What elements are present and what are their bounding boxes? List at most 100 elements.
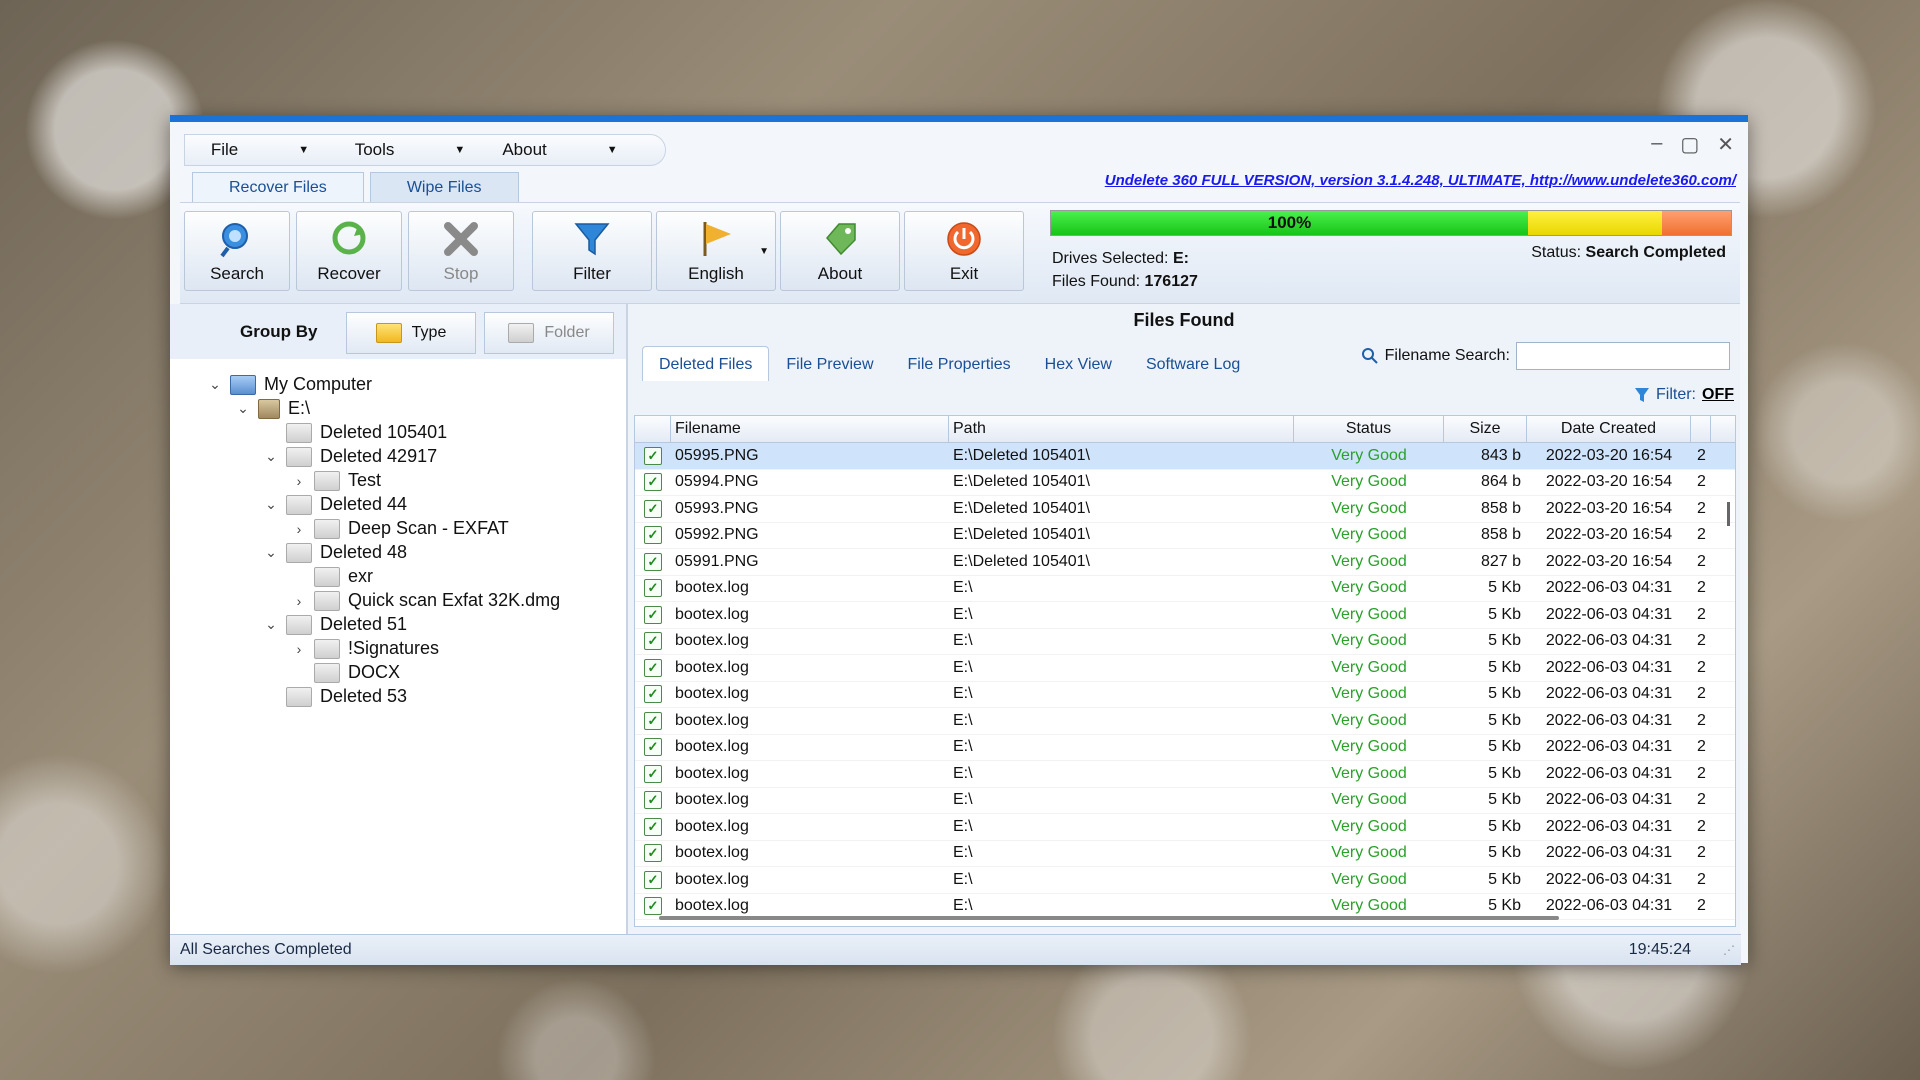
tab-recover-files[interactable]: Recover Files — [192, 172, 364, 203]
header-size[interactable]: Size — [1444, 416, 1527, 442]
menu-about[interactable]: About ▼ — [485, 135, 635, 165]
tab-software-log[interactable]: Software Log — [1129, 346, 1257, 381]
table-row[interactable]: ✓ bootex.log E:\ Very Good 5 Kb 2022-06-03 04… — [635, 629, 1735, 655]
group-by-type-button[interactable]: Type — [346, 312, 476, 354]
filter-toggle[interactable]: OFF — [1702, 386, 1734, 404]
row-checkbox[interactable]: ✓ — [635, 526, 671, 545]
chevron-right-icon[interactable]: › — [292, 641, 306, 657]
language-button[interactable]: English ▼ — [656, 211, 776, 291]
tab-wipe-files[interactable]: Wipe Files — [369, 172, 519, 203]
row-checkbox[interactable]: ✓ — [635, 499, 671, 518]
row-checkbox[interactable]: ✓ — [635, 552, 671, 571]
checkbox-checked-icon[interactable]: ✓ — [644, 499, 662, 518]
chevron-right-icon[interactable]: › — [292, 521, 306, 537]
row-checkbox[interactable]: ✓ — [635, 605, 671, 624]
checkbox-checked-icon[interactable]: ✓ — [644, 738, 662, 757]
tree-node-deleted-105401[interactable]: Deleted 105401 — [264, 422, 447, 443]
resize-grip-icon[interactable]: ⋰ — [1723, 943, 1735, 957]
table-row[interactable]: ✓ bootex.log E:\ Very Good 5 Kb 2022-06-03 04… — [635, 761, 1735, 788]
horizontal-scrollbar[interactable] — [659, 916, 1559, 920]
table-row[interactable]: ✓ bootex.log E:\ Very Good 5 Kb 2022-06-03 04… — [635, 814, 1735, 841]
tree-node-test[interactable]: › Test — [292, 470, 381, 491]
row-checkbox[interactable]: ✓ — [635, 764, 671, 783]
row-checkbox[interactable]: ✓ — [635, 632, 671, 651]
row-checkbox[interactable]: ✓ — [635, 738, 671, 757]
checkbox-checked-icon[interactable]: ✓ — [644, 791, 662, 810]
header-filename[interactable]: Filename — [671, 416, 949, 442]
search-button[interactable]: Search — [184, 211, 290, 291]
tree-node-my-computer[interactable]: ⌄ My Computer — [208, 374, 372, 395]
header-path[interactable]: Path — [949, 416, 1294, 442]
filename-search-input[interactable] — [1516, 342, 1730, 370]
row-checkbox[interactable]: ✓ — [635, 658, 671, 677]
tree-node-deep-scan[interactable]: › Deep Scan - EXFAT — [292, 518, 509, 539]
tab-hex-view[interactable]: Hex View — [1028, 346, 1129, 381]
tree-node-docx[interactable]: DOCX — [292, 662, 400, 683]
tree-node-signatures[interactable]: › !Signatures — [292, 638, 439, 659]
checkbox-checked-icon[interactable]: ✓ — [644, 632, 662, 651]
chevron-right-icon[interactable]: › — [292, 593, 306, 609]
tree-node-deleted-44[interactable]: ⌄ Deleted 44 — [264, 494, 407, 515]
table-row[interactable]: ✓ 05992.PNG E:\Deleted 105401\ Very Good 858… — [635, 523, 1735, 549]
table-row[interactable]: ✓ bootex.log E:\ Very Good 5 Kb 2022-06-03 04… — [635, 735, 1735, 761]
chevron-down-icon[interactable]: ⌄ — [264, 544, 278, 561]
table-row[interactable]: ✓ 05993.PNG E:\Deleted 105401\ Very Good 858… — [635, 496, 1735, 523]
version-link[interactable]: Undelete 360 FULL VERSION, version 3.1.4… — [1105, 172, 1736, 189]
checkbox-checked-icon[interactable]: ✓ — [644, 870, 662, 889]
table-row[interactable]: ✓ bootex.log E:\ Very Good 5 Kb 2022-06-03 04… — [635, 788, 1735, 814]
checkbox-checked-icon[interactable]: ✓ — [644, 579, 662, 598]
row-checkbox[interactable]: ✓ — [635, 844, 671, 863]
row-checkbox[interactable]: ✓ — [635, 446, 671, 465]
chevron-down-icon[interactable]: ⌄ — [264, 616, 278, 633]
vertical-scrollbar[interactable] — [1727, 502, 1730, 526]
tree-node-deleted-48[interactable]: ⌄ Deleted 48 — [264, 542, 407, 563]
stop-button[interactable]: Stop — [408, 211, 514, 291]
menu-file[interactable]: File ▼ — [185, 135, 335, 165]
table-row[interactable]: ✓ 05995.PNG E:\Deleted 105401\ Very Good 843… — [635, 443, 1735, 470]
row-checkbox[interactable]: ✓ — [635, 711, 671, 730]
checkbox-checked-icon[interactable]: ✓ — [644, 552, 662, 571]
minimize-icon[interactable]: – — [1651, 132, 1662, 157]
recover-button[interactable]: Recover — [296, 211, 402, 291]
checkbox-checked-icon[interactable]: ✓ — [644, 817, 662, 836]
checkbox-checked-icon[interactable]: ✓ — [644, 685, 662, 704]
tree-node-deleted-53[interactable]: Deleted 53 — [264, 686, 407, 707]
about-button[interactable]: About — [780, 211, 900, 291]
chevron-down-icon[interactable]: ⌄ — [264, 496, 278, 513]
chevron-down-icon[interactable]: ⌄ — [208, 376, 222, 393]
checkbox-checked-icon[interactable]: ✓ — [644, 473, 662, 492]
close-icon[interactable]: ✕ — [1717, 132, 1734, 157]
checkbox-checked-icon[interactable]: ✓ — [644, 605, 662, 624]
tree-node-quick-scan[interactable]: › Quick scan Exfat 32K.dmg — [292, 590, 560, 611]
checkbox-checked-icon[interactable]: ✓ — [644, 897, 662, 916]
menu-tools[interactable]: Tools ▼ — [335, 135, 485, 165]
chevron-right-icon[interactable]: › — [292, 473, 306, 489]
tab-deleted-files[interactable]: Deleted Files — [642, 346, 770, 381]
checkbox-checked-icon[interactable]: ✓ — [644, 844, 662, 863]
row-checkbox[interactable]: ✓ — [635, 685, 671, 704]
table-row[interactable]: ✓ 05991.PNG E:\Deleted 105401\ Very Good 827… — [635, 549, 1735, 576]
checkbox-checked-icon[interactable]: ✓ — [644, 764, 662, 783]
tab-file-properties[interactable]: File Properties — [891, 346, 1028, 381]
tree-node-deleted-42917[interactable]: ⌄ Deleted 42917 — [264, 446, 437, 467]
table-row[interactable]: ✓ bootex.log E:\ Very Good 5 Kb 2022-06-03 04… — [635, 682, 1735, 708]
tree-node-drive-e[interactable]: ⌄ E:\ — [236, 398, 310, 419]
tree-node-exr[interactable]: exr — [292, 566, 373, 587]
table-row[interactable]: ✓ bootex.log E:\ Very Good 5 Kb 2022-06-03 04… — [635, 655, 1735, 682]
tree-node-deleted-51[interactable]: ⌄ Deleted 51 — [264, 614, 407, 635]
table-row[interactable]: ✓ bootex.log E:\ Very Good 5 Kb 2022-06-03 04… — [635, 841, 1735, 867]
header-date-created[interactable]: Date Created — [1527, 416, 1691, 442]
row-checkbox[interactable]: ✓ — [635, 870, 671, 889]
table-row[interactable]: ✓ bootex.log E:\ Very Good 5 Kb 2022-06-03 04… — [635, 867, 1735, 894]
row-checkbox[interactable]: ✓ — [635, 817, 671, 836]
checkbox-checked-icon[interactable]: ✓ — [644, 526, 662, 545]
table-row[interactable]: ✓ 05994.PNG E:\Deleted 105401\ Very Good 864… — [635, 470, 1735, 496]
exit-button[interactable]: Exit — [904, 211, 1024, 291]
filter-button[interactable]: Filter — [532, 211, 652, 291]
row-checkbox[interactable]: ✓ — [635, 473, 671, 492]
row-checkbox[interactable]: ✓ — [635, 791, 671, 810]
chevron-down-icon[interactable]: ⌄ — [264, 448, 278, 465]
maximize-icon[interactable]: ▢ — [1680, 132, 1699, 157]
checkbox-checked-icon[interactable]: ✓ — [644, 446, 662, 465]
chevron-down-icon[interactable]: ⌄ — [236, 400, 250, 417]
